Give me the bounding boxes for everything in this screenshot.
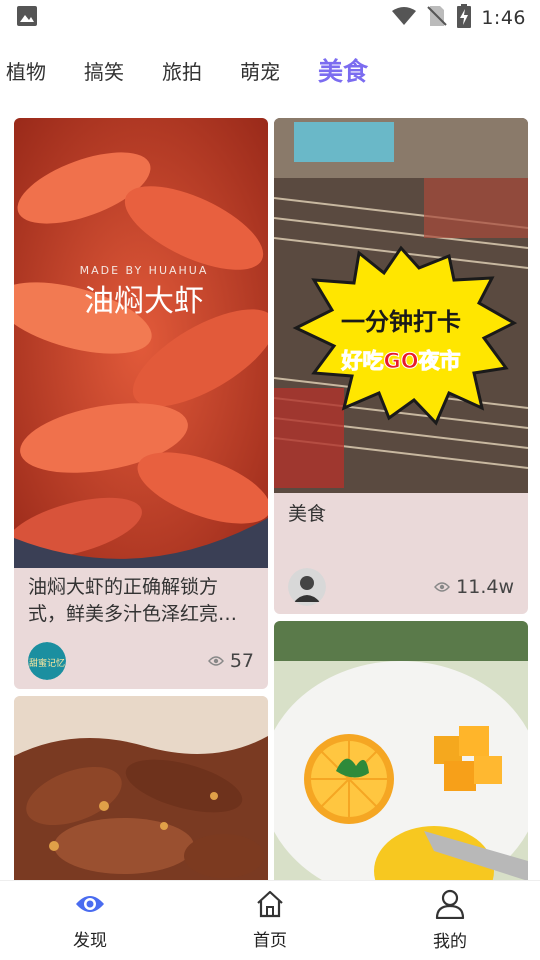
eye-icon (74, 890, 106, 922)
view-count: 11.4w (434, 576, 514, 598)
tab-pets[interactable]: 萌宠 (240, 56, 280, 85)
tab-food[interactable]: 美食 (318, 52, 368, 88)
tab-plants[interactable]: 植物 (6, 56, 46, 85)
user-icon (435, 889, 465, 923)
card-thumbnail (274, 621, 528, 880)
battery-charging-icon (457, 4, 472, 32)
avatar[interactable] (288, 568, 326, 606)
home-icon (255, 890, 285, 922)
nav-discover[interactable]: 发现 (30, 890, 150, 951)
eye-icon (207, 650, 224, 672)
card-footer: 甜蜜记忆 57 (28, 642, 254, 680)
avatar[interactable]: 甜蜜记忆 (28, 642, 66, 680)
tab-travel[interactable]: 旅拍 (162, 56, 202, 85)
status-bar: 1:46 (0, 0, 540, 36)
category-tabs: 植物 搞笑 旅拍 萌宠 美食 (0, 44, 540, 96)
card-title: 油焖大虾的正确解锁方式，鲜美多汁色泽红亮… (28, 576, 238, 625)
image-icon (16, 5, 38, 31)
feed-card[interactable] (14, 696, 268, 880)
feed-card[interactable] (274, 621, 528, 880)
image-caption: 油焖大虾 (84, 284, 204, 319)
image-caption: 一分钟打卡 (341, 308, 461, 336)
status-time: 1:46 (481, 7, 526, 29)
card-thumbnail: MADE BY HUAHUA 油焖大虾 (14, 118, 268, 568)
bottom-nav: 发现 首页 我的 (0, 880, 540, 960)
no-sim-icon (427, 5, 448, 31)
card-footer: 11.4w (288, 568, 514, 606)
eye-icon (434, 576, 451, 598)
avatar-text: 甜蜜记忆 (29, 657, 65, 669)
image-caption: 好吃GO夜市 (340, 349, 460, 373)
card-thumbnail: 一分钟打卡 好吃GO夜市 (274, 118, 528, 493)
nav-profile[interactable]: 我的 (390, 889, 510, 952)
tab-funny[interactable]: 搞笑 (84, 56, 124, 85)
wifi-icon (391, 6, 417, 30)
nav-home[interactable]: 首页 (210, 890, 330, 951)
feed-card[interactable]: 一分钟打卡 好吃GO夜市 美食 11.4w (274, 118, 528, 614)
view-count: 57 (207, 650, 254, 672)
feed-card[interactable]: MADE BY HUAHUA 油焖大虾 油焖大虾的正确解锁方式，鲜美多汁色泽红亮… (14, 118, 268, 689)
feed-grid: MADE BY HUAHUA 油焖大虾 油焖大虾的正确解锁方式，鲜美多汁色泽红亮… (0, 118, 540, 880)
card-title: 美食 (288, 503, 327, 525)
image-watermark: MADE BY HUAHUA (80, 264, 209, 277)
card-thumbnail (14, 696, 268, 880)
